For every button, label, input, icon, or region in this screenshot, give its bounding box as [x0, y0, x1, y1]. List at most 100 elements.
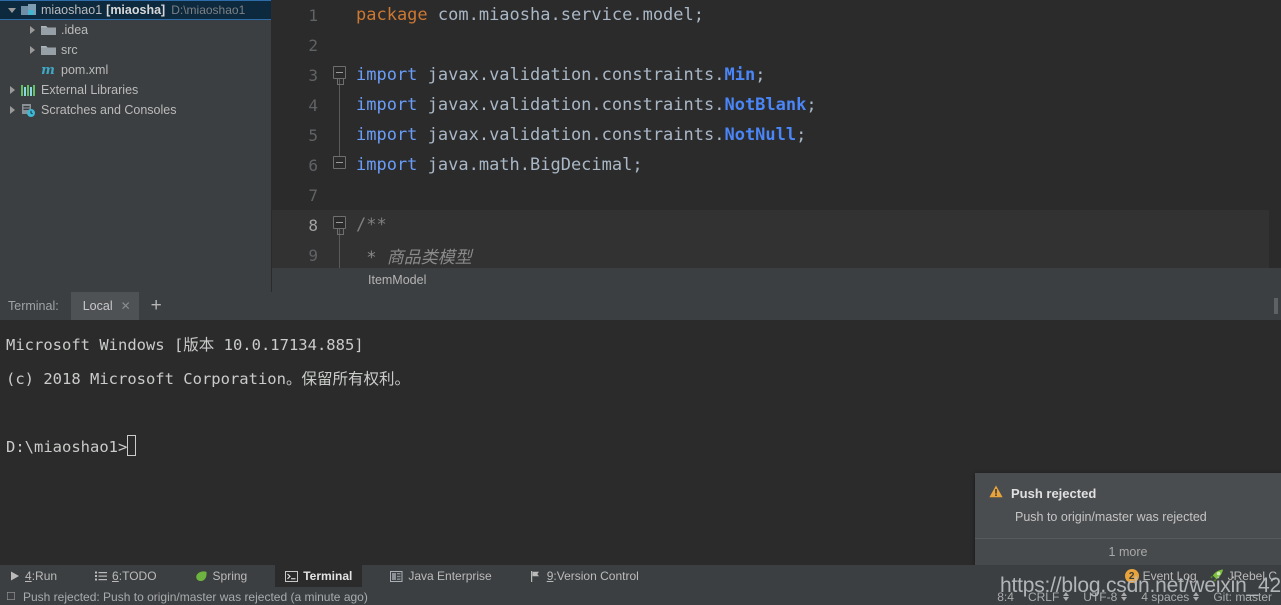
tool-button-spring[interactable]: Spring	[185, 565, 258, 587]
fold-gutter[interactable]	[328, 90, 352, 120]
tree-item-pom-xml[interactable]: m pom.xml	[0, 60, 271, 80]
tree-item-idea[interactable]: .idea	[0, 20, 271, 40]
expand-arrow-icon[interactable]	[4, 106, 20, 114]
run-icon	[10, 571, 20, 581]
status-bar-right[interactable]: 8:4 CRLF UTF-8 4 spaces Git: master	[990, 588, 1279, 605]
terminal-tab-local[interactable]: Local ✕	[70, 292, 139, 320]
event-log-button[interactable]: Event Log	[1143, 569, 1197, 583]
import-class: Min	[724, 65, 756, 85]
status-message: Push rejected: Push to origin/master was…	[23, 589, 368, 604]
code-line-6[interactable]: 6 import java.math.BigDecimal;	[272, 150, 1281, 180]
keyword-import: import	[356, 155, 418, 175]
notification-title-row: Push rejected	[989, 485, 1267, 501]
expand-arrow-icon[interactable]	[24, 46, 40, 54]
tool-window-button-bar[interactable]: 4: Run 6: TODO Spring Terminal Java Ente…	[0, 565, 1281, 587]
fold-gutter[interactable]	[328, 120, 352, 150]
chevron-updown-icon	[1193, 592, 1200, 601]
terminal-tab-bar[interactable]: Terminal: Local ✕ +	[0, 292, 1281, 320]
fold-gutter[interactable]	[328, 210, 352, 240]
code-line-3[interactable]: 3 import javax.validation.constraints.Mi…	[272, 60, 1281, 90]
terminal-tabbar-handle[interactable]	[1274, 298, 1278, 314]
git-branch-widget[interactable]: Git: master	[1206, 590, 1279, 604]
line-number: 6	[308, 155, 318, 175]
semicolon: ;	[755, 65, 766, 85]
add-terminal-button[interactable]: +	[139, 294, 174, 318]
code-line-5[interactable]: 5 import javax.validation.constraints.No…	[272, 120, 1281, 150]
status-message-area[interactable]: ☐ Push rejected: Push to origin/master w…	[0, 590, 368, 604]
folder-icon	[40, 42, 56, 58]
close-icon[interactable]: ✕	[121, 299, 131, 313]
fold-collapse-icon[interactable]	[333, 66, 346, 79]
code-line-7[interactable]: 7	[272, 180, 1281, 210]
tool-button-todo[interactable]: 6: TODO	[85, 565, 166, 587]
notification-more-link[interactable]: 1 more	[975, 538, 1281, 566]
code-text: * 商品类模型	[356, 247, 472, 268]
fold-collapse-icon[interactable]	[333, 156, 346, 169]
terminal-label: Terminal:	[8, 299, 59, 313]
tool-button-label: Terminal	[303, 569, 353, 583]
keyword-import: import	[356, 65, 418, 85]
tool-button-label: Version Control	[556, 569, 639, 583]
expand-arrow-icon[interactable]	[4, 7, 20, 13]
tree-item-src[interactable]: src	[0, 40, 271, 60]
fold-gutter[interactable]	[328, 240, 352, 268]
notification-body: Push rejected Push to origin/master was …	[975, 473, 1281, 538]
fold-collapse-icon[interactable]	[333, 216, 346, 229]
code-line-4[interactable]: 4 import javax.validation.constraints.No…	[272, 90, 1281, 120]
encoding-selector[interactable]: UTF-8	[1076, 590, 1134, 604]
tool-button-version-control[interactable]: 9: Version Control	[520, 565, 649, 587]
import-package: javax.validation.constraints.	[417, 125, 725, 145]
expand-arrow-icon[interactable]	[4, 86, 20, 94]
jrebel-label[interactable]: JRebel C	[1228, 569, 1277, 583]
status-right-tools[interactable]: 2 Event Log JRebel C	[1124, 566, 1277, 586]
tool-button-label: Run	[35, 569, 58, 583]
tool-button-terminal[interactable]: Terminal	[275, 565, 363, 587]
tool-button-run[interactable]: 4: Run	[0, 565, 67, 587]
folder-icon	[40, 22, 56, 38]
code-editor[interactable]: 1 package com.miaosha.service.model; 2 3…	[272, 0, 1281, 268]
editor-scrollbar[interactable]	[1269, 0, 1281, 268]
fold-gutter[interactable]	[328, 0, 352, 30]
import-package: java.math.BigDecimal	[417, 155, 633, 175]
breadcrumb[interactable]: ItemModel	[272, 268, 1281, 292]
fold-gutter[interactable]	[328, 150, 352, 180]
tree-item-external-libraries[interactable]: External Libraries	[0, 80, 271, 100]
event-count-badge: 2	[1124, 569, 1139, 583]
terminal-line: (c) 2018 Microsoft Corporation。保留所有权利。	[6, 370, 410, 388]
warning-icon	[989, 485, 1003, 501]
code-line-2[interactable]: 2	[272, 30, 1281, 60]
code-text: import javax.validation.constraints.Min;	[352, 65, 765, 85]
tree-item-project-root[interactable]: miaoshao1 [miaosha] D:\miaoshao1	[0, 0, 271, 20]
chevron-updown-icon	[1121, 592, 1128, 601]
project-tool-window[interactable]: miaoshao1 [miaosha] D:\miaoshao1 .idea s…	[0, 0, 272, 292]
fold-gutter[interactable]	[328, 60, 352, 90]
breadcrumb-class[interactable]: ItemModel	[368, 273, 426, 287]
idea-window: miaoshao1 [miaosha] D:\miaoshao1 .idea s…	[0, 0, 1281, 605]
notification-balloon[interactable]: Push rejected Push to origin/master was …	[975, 473, 1281, 566]
code-line-1[interactable]: 1 package com.miaosha.service.model;	[272, 0, 1281, 30]
project-module-name: [miaosha]	[106, 3, 166, 17]
terminal-tab-label: Local	[82, 299, 113, 313]
semicolon: ;	[796, 125, 807, 145]
tool-button-java-enterprise[interactable]: Java Enterprise	[380, 565, 501, 587]
indent-selector[interactable]: 4 spaces	[1134, 590, 1206, 604]
code-text: package com.miaosha.service.model;	[352, 5, 704, 25]
expand-arrow-icon[interactable]	[24, 26, 40, 34]
terminal-prompt-line[interactable]: D:\miaoshao1>	[6, 430, 1281, 464]
keyword-import: import	[356, 95, 418, 115]
fold-gutter[interactable]	[328, 30, 352, 60]
code-line-9[interactable]: 9 * 商品类模型	[272, 240, 1281, 268]
line-separator-selector[interactable]: CRLF	[1021, 590, 1076, 604]
line-number: 1	[308, 5, 318, 25]
tool-button-label: Spring	[212, 569, 248, 583]
import-class: NotNull	[724, 125, 797, 145]
code-line-8[interactable]: 8 /**	[272, 210, 1281, 240]
tree-item-scratches-and-consoles[interactable]: Scratches and Consoles	[0, 100, 271, 120]
fold-gutter[interactable]	[328, 180, 352, 210]
tool-button-shortcut: 6:	[112, 569, 123, 583]
caret-position[interactable]: 8:4	[990, 590, 1021, 604]
tool-button-shortcut: 4:	[25, 569, 36, 583]
keyword-import: import	[356, 125, 418, 145]
line-number: 2	[308, 35, 318, 55]
